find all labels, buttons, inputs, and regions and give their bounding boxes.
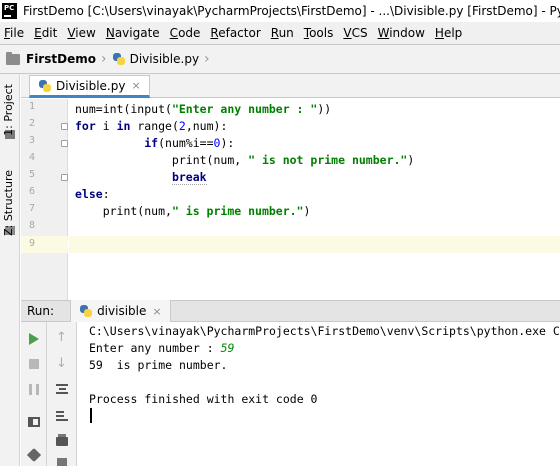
editor-tab-bar: Divisible.py × [21, 74, 560, 98]
menu-refactor[interactable]: Refactor [210, 26, 260, 40]
tab-label: Divisible.py [56, 78, 126, 93]
fold-marker-icon[interactable] [61, 123, 68, 130]
chevron-right-icon: › [204, 51, 210, 67]
arrow-down-icon: ↓ [56, 355, 67, 371]
menu-vcs[interactable]: VCS [343, 26, 367, 40]
menu-tools[interactable]: Tools [304, 26, 334, 40]
line-number: 5 [28, 169, 35, 180]
trash-icon [56, 458, 67, 466]
run-console[interactable]: C:\Users\vinayak\PycharmProjects\FirstDe… [77, 322, 560, 466]
pause-button[interactable] [21, 378, 46, 400]
print-button[interactable] [47, 430, 76, 452]
console-caret [90, 408, 92, 423]
run-toolbar-secondary: ↑ ↓ [47, 322, 77, 466]
code-line-4: print(num, " is not prime number.") [75, 153, 415, 167]
current-line-highlight [69, 236, 560, 253]
menu-window[interactable]: Window [378, 26, 425, 40]
run-title: Run: [27, 304, 55, 318]
pycharm-logo-icon: PC [2, 3, 17, 19]
pin-tab-button[interactable] [21, 444, 46, 466]
code-line-7: print(num," is prime number.") [75, 204, 311, 218]
stop-icon [28, 359, 39, 369]
menu-edit[interactable]: Edit [34, 26, 57, 40]
soft-wrap-icon [55, 384, 68, 394]
line-number: 2 [28, 118, 35, 129]
fold-marker-icon[interactable] [61, 140, 68, 147]
python-file-icon [79, 304, 93, 318]
line-number: 6 [28, 186, 35, 197]
stop-button[interactable] [21, 353, 46, 375]
close-icon[interactable]: × [152, 305, 161, 318]
line-number: 3 [28, 135, 35, 146]
print-icon [55, 433, 68, 446]
run-tab-divisible[interactable]: divisible × [70, 300, 171, 322]
soft-wrap-button[interactable] [47, 378, 76, 400]
python-file-icon [38, 79, 52, 93]
tab-divisible-py[interactable]: Divisible.py × [29, 75, 150, 98]
breadcrumb-file[interactable]: Divisible.py [130, 52, 199, 66]
clear-all-button[interactable] [47, 452, 76, 466]
console-result-line: 59 is prime number. [89, 358, 228, 372]
pause-icon [28, 383, 39, 395]
console-exit-line: Process finished with exit code 0 [89, 392, 318, 406]
next-occurrence-button[interactable]: ↓ [47, 352, 76, 374]
rerun-button[interactable] [21, 328, 46, 350]
tool-tab-project[interactable]: 1: Project [2, 84, 15, 136]
console-prompt-line: Enter any number : 59 [89, 340, 234, 357]
line-number: 1 [28, 101, 35, 112]
close-icon[interactable]: × [131, 79, 140, 92]
arrow-up-icon: ↑ [56, 329, 67, 345]
code-editor[interactable]: num=int(input("Enter any number : ")) fo… [69, 99, 560, 300]
title-bar: PC FirstDemo [C:\Users\vinayak\PycharmPr… [0, 0, 560, 22]
console-command-line: C:\Users\vinayak\PycharmProjects\FirstDe… [89, 324, 560, 338]
scroll-to-end-button[interactable] [47, 404, 76, 426]
run-tool-window-header: Run: divisible × [21, 300, 560, 322]
chevron-right-icon: › [100, 51, 107, 67]
fold-marker-icon[interactable] [61, 174, 68, 181]
editor-gutter: 1 2 3 4 5 6 7 8 9 [21, 99, 68, 300]
menu-help[interactable]: Help [435, 26, 462, 40]
menu-run[interactable]: Run [271, 26, 294, 40]
pin-icon [26, 447, 41, 463]
menu-file[interactable]: File [4, 26, 24, 40]
line-number: 7 [28, 203, 35, 214]
scroll-to-end-icon [55, 409, 68, 421]
code-line-1: num=int(input("Enter any number : ")) [75, 102, 332, 116]
console-user-input: 59 [220, 341, 235, 355]
menu-code[interactable]: Code [170, 26, 201, 40]
python-file-icon [112, 52, 126, 66]
line-number: 9 [28, 238, 35, 249]
code-line-5: break [171, 170, 207, 185]
left-tool-strip-bottom [0, 300, 20, 466]
console-prompt: Enter any number : [89, 341, 221, 355]
breadcrumb-project[interactable]: FirstDemo [26, 52, 96, 66]
play-icon [28, 333, 39, 345]
line-number: 8 [28, 220, 35, 231]
layout-icon [27, 417, 40, 427]
left-tool-strip: 1: Project Z: Structure [0, 74, 20, 300]
menu-navigate[interactable]: Navigate [106, 26, 160, 40]
run-toolbar-primary [21, 322, 47, 466]
breadcrumb: FirstDemo › Divisible.py › [0, 44, 560, 74]
tool-tab-structure[interactable]: Z: Structure [2, 170, 15, 236]
window-title: FirstDemo [C:\Users\vinayak\PycharmProje… [22, 4, 560, 18]
previous-occurrence-button[interactable]: ↑ [47, 326, 76, 348]
folder-icon [6, 51, 20, 65]
code-line-3: if(num%i==0): [144, 136, 235, 150]
code-line-6: else: [75, 187, 110, 201]
code-line-2: for i in range(2,num): [75, 119, 228, 133]
menu-bar: File Edit View Navigate Code Refactor Ru… [0, 22, 560, 44]
menu-view[interactable]: View [67, 26, 95, 40]
run-tab-label: divisible [97, 304, 147, 318]
line-number: 4 [28, 152, 35, 163]
restore-layout-button[interactable] [21, 411, 46, 433]
